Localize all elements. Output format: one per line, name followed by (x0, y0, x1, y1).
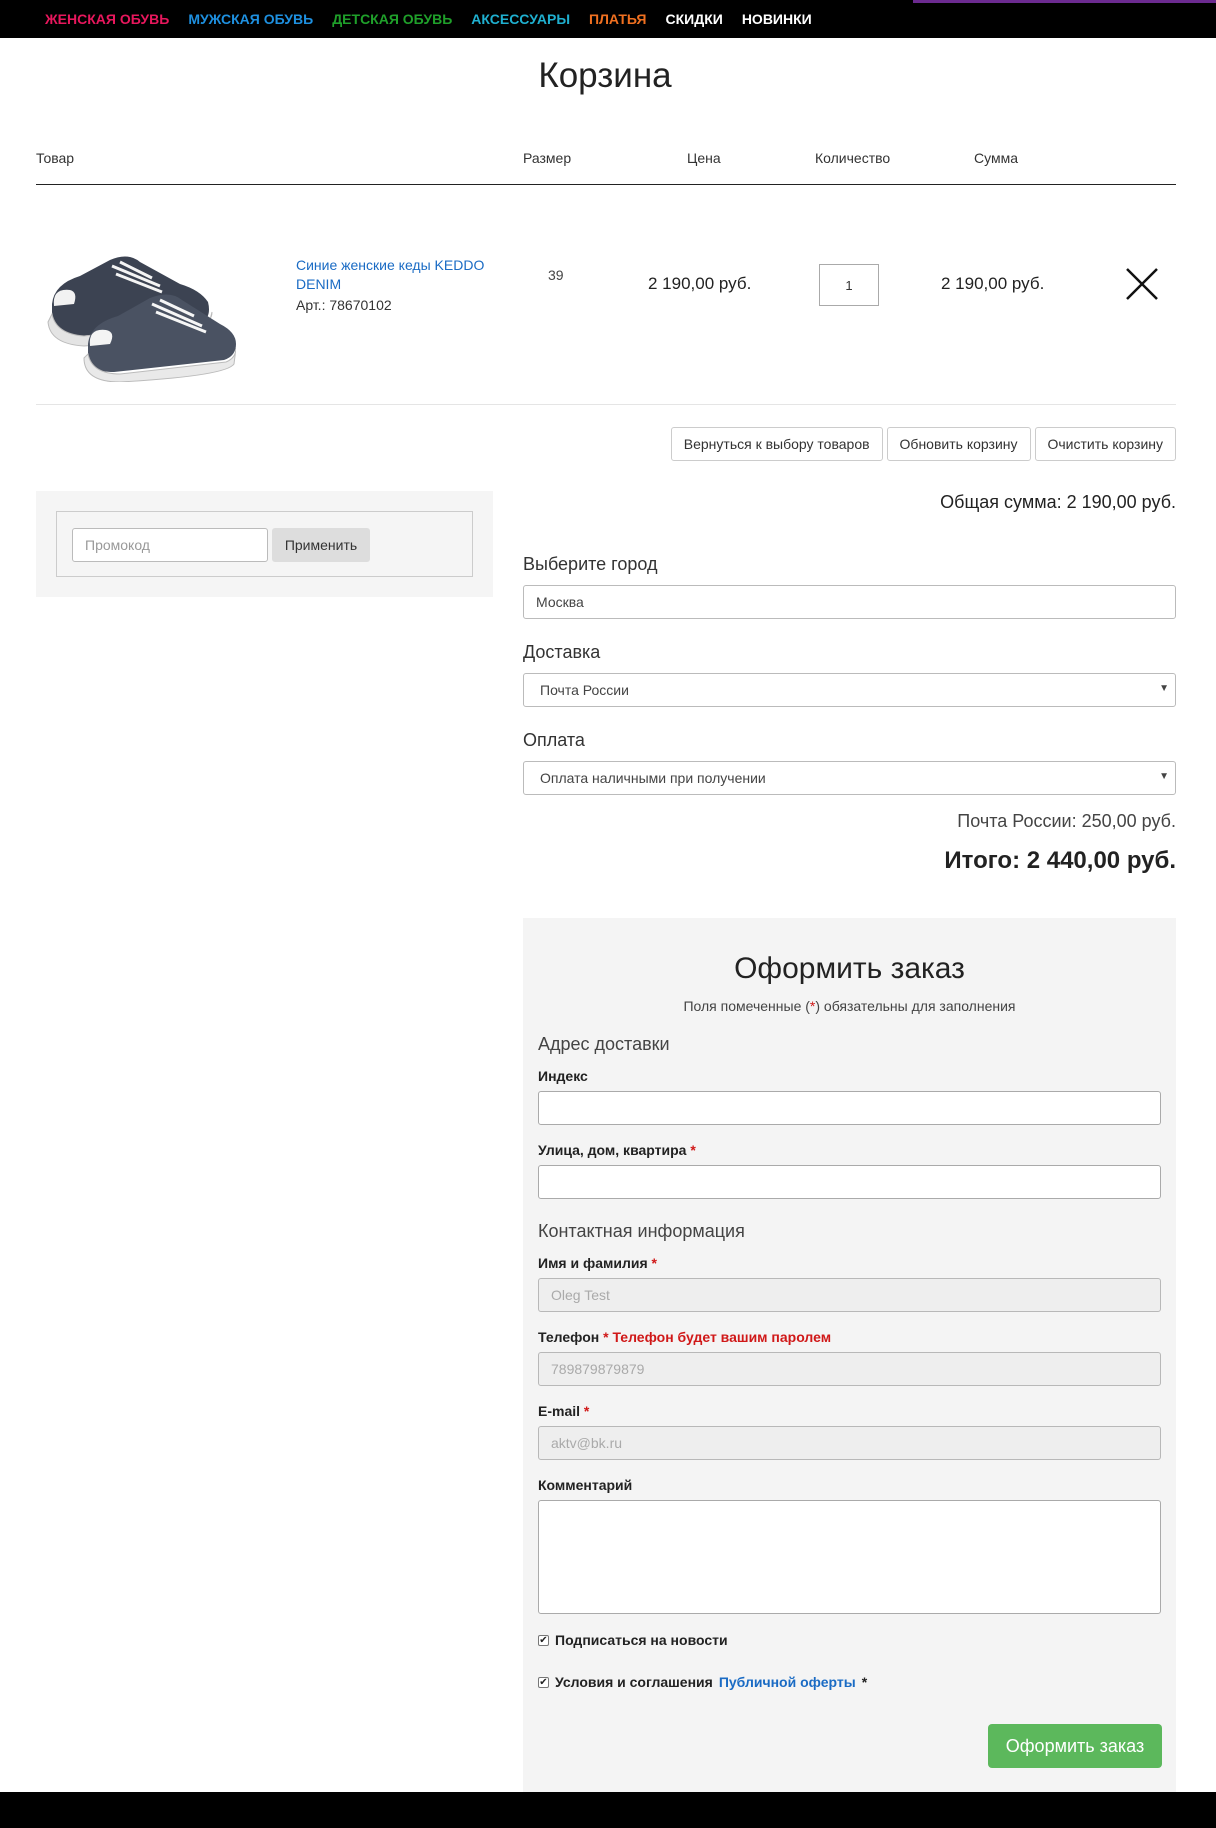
cart-actions: Вернуться к выбору товаров Обновить корз… (670, 427, 1176, 461)
col-header-product: Товар (36, 150, 75, 166)
nav-accent-bar (913, 0, 1216, 3)
name-input[interactable] (538, 1278, 1161, 1312)
update-cart-button[interactable]: Обновить корзину (886, 427, 1031, 461)
contact-section-title: Контактная информация (538, 1221, 745, 1241)
nav-item-4[interactable]: ПЛАТЬЯ (589, 11, 646, 27)
quantity-input[interactable] (819, 264, 879, 306)
nav-item-5[interactable]: СКИДКИ (666, 11, 723, 27)
phone-input[interactable] (538, 1352, 1161, 1386)
delivery-label: Доставка (523, 642, 601, 662)
footer (0, 1792, 1216, 1828)
email-input[interactable] (538, 1426, 1161, 1460)
close-icon[interactable] (1124, 266, 1160, 302)
nav-menu: ЖЕНСКАЯ ОБУВЬ МУЖСКАЯ ОБУВЬ ДЕТСКАЯ ОБУВЬ А… (45, 0, 812, 38)
index-input[interactable] (538, 1091, 1161, 1125)
submit-order-button[interactable]: Оформить заказ (988, 1724, 1162, 1768)
dropdown-arrow-icon: ▼ (1159, 683, 1169, 694)
product-price: 2 190,00 руб. (648, 274, 752, 293)
apply-promo-button[interactable]: Применить (272, 528, 370, 562)
city-field[interactable]: Москва (523, 585, 1176, 619)
index-label: Индекс (538, 1068, 588, 1084)
required-note: Поля помеченные (*) обязательны для запо… (683, 998, 1016, 1014)
city-value: Москва (536, 594, 584, 610)
subscribe-checkbox[interactable]: ✔ (538, 1634, 549, 1646)
delivery-value: Почта России (540, 682, 629, 698)
dropdown-arrow-icon: ▼ (1159, 771, 1169, 782)
sneakers-image[interactable] (40, 232, 236, 382)
back-to-shopping-button[interactable]: Вернуться к выбору товаров (670, 427, 883, 461)
city-label: Выберите город (523, 554, 658, 574)
nav-item-1[interactable]: МУЖСКАЯ ОБУВЬ (188, 11, 313, 27)
page-title: Корзина (538, 56, 672, 95)
top-nav: ЖЕНСКАЯ ОБУВЬ МУЖСКАЯ ОБУВЬ ДЕТСКАЯ ОБУВЬ А… (0, 0, 1216, 38)
payment-label: Оплата (523, 730, 585, 750)
email-label: E-mail * (538, 1403, 590, 1419)
product-size: 39 (548, 267, 564, 283)
payment-value: Оплата наличными при получении (540, 770, 766, 786)
cart-total: Общая сумма: 2 190,00 руб. (940, 492, 1176, 512)
subscribe-row: ✔ Подписаться на новости (538, 1632, 728, 1648)
nav-item-6[interactable]: НОВИНКИ (742, 11, 812, 27)
col-header-size: Размер (523, 150, 572, 166)
nav-item-2[interactable]: ДЕТСКАЯ ОБУВЬ (332, 11, 452, 27)
comment-label: Комментарий (538, 1477, 633, 1493)
clear-cart-button[interactable]: Очистить корзину (1034, 427, 1176, 461)
street-label: Улица, дом, квартира * (538, 1142, 696, 1158)
product-sum: 2 190,00 руб. (941, 274, 1045, 293)
promo-box: Применить (56, 511, 473, 577)
product-name-link[interactable]: Синие женские кеды KEDDO DENIM (296, 256, 496, 294)
promo-code-input[interactable] (72, 528, 268, 562)
name-label: Имя и фамилия * (538, 1255, 657, 1271)
address-section-title: Адрес доставки (538, 1034, 670, 1054)
nav-item-3[interactable]: АКСЕССУАРЫ (471, 11, 570, 27)
col-header-price: Цена (687, 150, 721, 166)
delivery-select[interactable]: Почта России ▼ (523, 673, 1176, 707)
row-divider (36, 404, 1176, 405)
col-header-sum: Сумма (974, 150, 1018, 166)
phone-hint: Телефон будет вашим паролем (612, 1329, 832, 1345)
terms-row: ✔ Условия и соглашения Публичной оферты … (538, 1674, 868, 1690)
col-header-quantity: Количество (815, 150, 891, 166)
order-title: Оформить заказ (734, 952, 965, 985)
comment-textarea[interactable] (538, 1500, 1161, 1614)
order-form: Оформить заказ Поля помеченные (*) обяза… (523, 918, 1176, 1792)
public-offer-link[interactable]: Публичной оферты (719, 1674, 856, 1690)
promo-panel: Применить (36, 491, 493, 597)
delivery-cost: Почта России: 250,00 руб. (957, 811, 1176, 831)
table-header-divider (36, 184, 1176, 185)
phone-label: Телефон * Телефон будет вашим паролем (538, 1329, 832, 1345)
grand-total: Итого: 2 440,00 руб. (944, 847, 1176, 874)
product-article: Арт.: 78670102 (296, 297, 392, 313)
payment-select[interactable]: Оплата наличными при получении ▼ (523, 761, 1176, 795)
nav-item-0[interactable]: ЖЕНСКАЯ ОБУВЬ (45, 11, 169, 27)
terms-checkbox[interactable]: ✔ (538, 1676, 549, 1688)
street-input[interactable] (538, 1165, 1161, 1199)
